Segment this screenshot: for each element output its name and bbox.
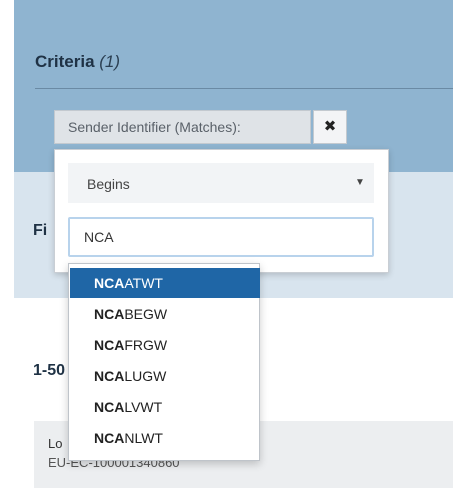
sender-identifier-input[interactable] xyxy=(68,217,374,257)
criteria-divider xyxy=(35,88,453,89)
suggestion-rest: NLWT xyxy=(124,430,163,446)
criterion-chip-label[interactable]: Sender Identifier (Matches): xyxy=(54,110,311,144)
caret-down-icon[interactable]: ▼ xyxy=(355,163,365,203)
suggestion-rest: FRGW xyxy=(124,337,168,353)
results-heading: 1-50 xyxy=(33,362,66,379)
suggestion-rest: BEGW xyxy=(124,306,168,322)
suggestion-item[interactable]: NCALVWT xyxy=(70,392,260,422)
match-mode-select[interactable]: Begins xyxy=(68,163,374,203)
suggestion-match: NCA xyxy=(94,306,125,322)
filter-heading: Fi xyxy=(33,222,48,239)
result-card-label: Lo xyxy=(48,436,63,451)
criterion-remove-button[interactable]: ✖ xyxy=(313,110,347,144)
autocomplete-list: NCAATWT NCABEGW NCAFRGW NCALUGW NCALVWT … xyxy=(68,263,260,461)
suggestion-rest: LUGW xyxy=(124,368,167,384)
suggestion-item[interactable]: NCABEGW xyxy=(70,299,260,329)
suggestion-rest: LVWT xyxy=(124,399,163,415)
suggestion-match: NCA xyxy=(94,337,125,353)
suggestion-rest: ATWT xyxy=(124,275,163,291)
suggestion-match: NCA xyxy=(94,368,125,384)
close-icon: ✖ xyxy=(323,118,337,135)
suggestion-match: NCA xyxy=(94,430,125,446)
suggestion-match: NCA xyxy=(94,275,125,291)
suggestion-match: NCA xyxy=(94,399,125,415)
suggestion-item[interactable]: NCAFRGW xyxy=(70,330,260,360)
criteria-count: (1) xyxy=(99,52,121,71)
criteria-title: Criteria (1) xyxy=(35,52,120,72)
suggestion-item[interactable]: NCANLWT xyxy=(70,423,260,453)
suggestion-item[interactable]: NCAATWT xyxy=(70,268,260,298)
criteria-panel xyxy=(14,0,453,172)
suggestion-item[interactable]: NCALUGW xyxy=(70,361,260,391)
criteria-title-text: Criteria xyxy=(35,52,95,71)
